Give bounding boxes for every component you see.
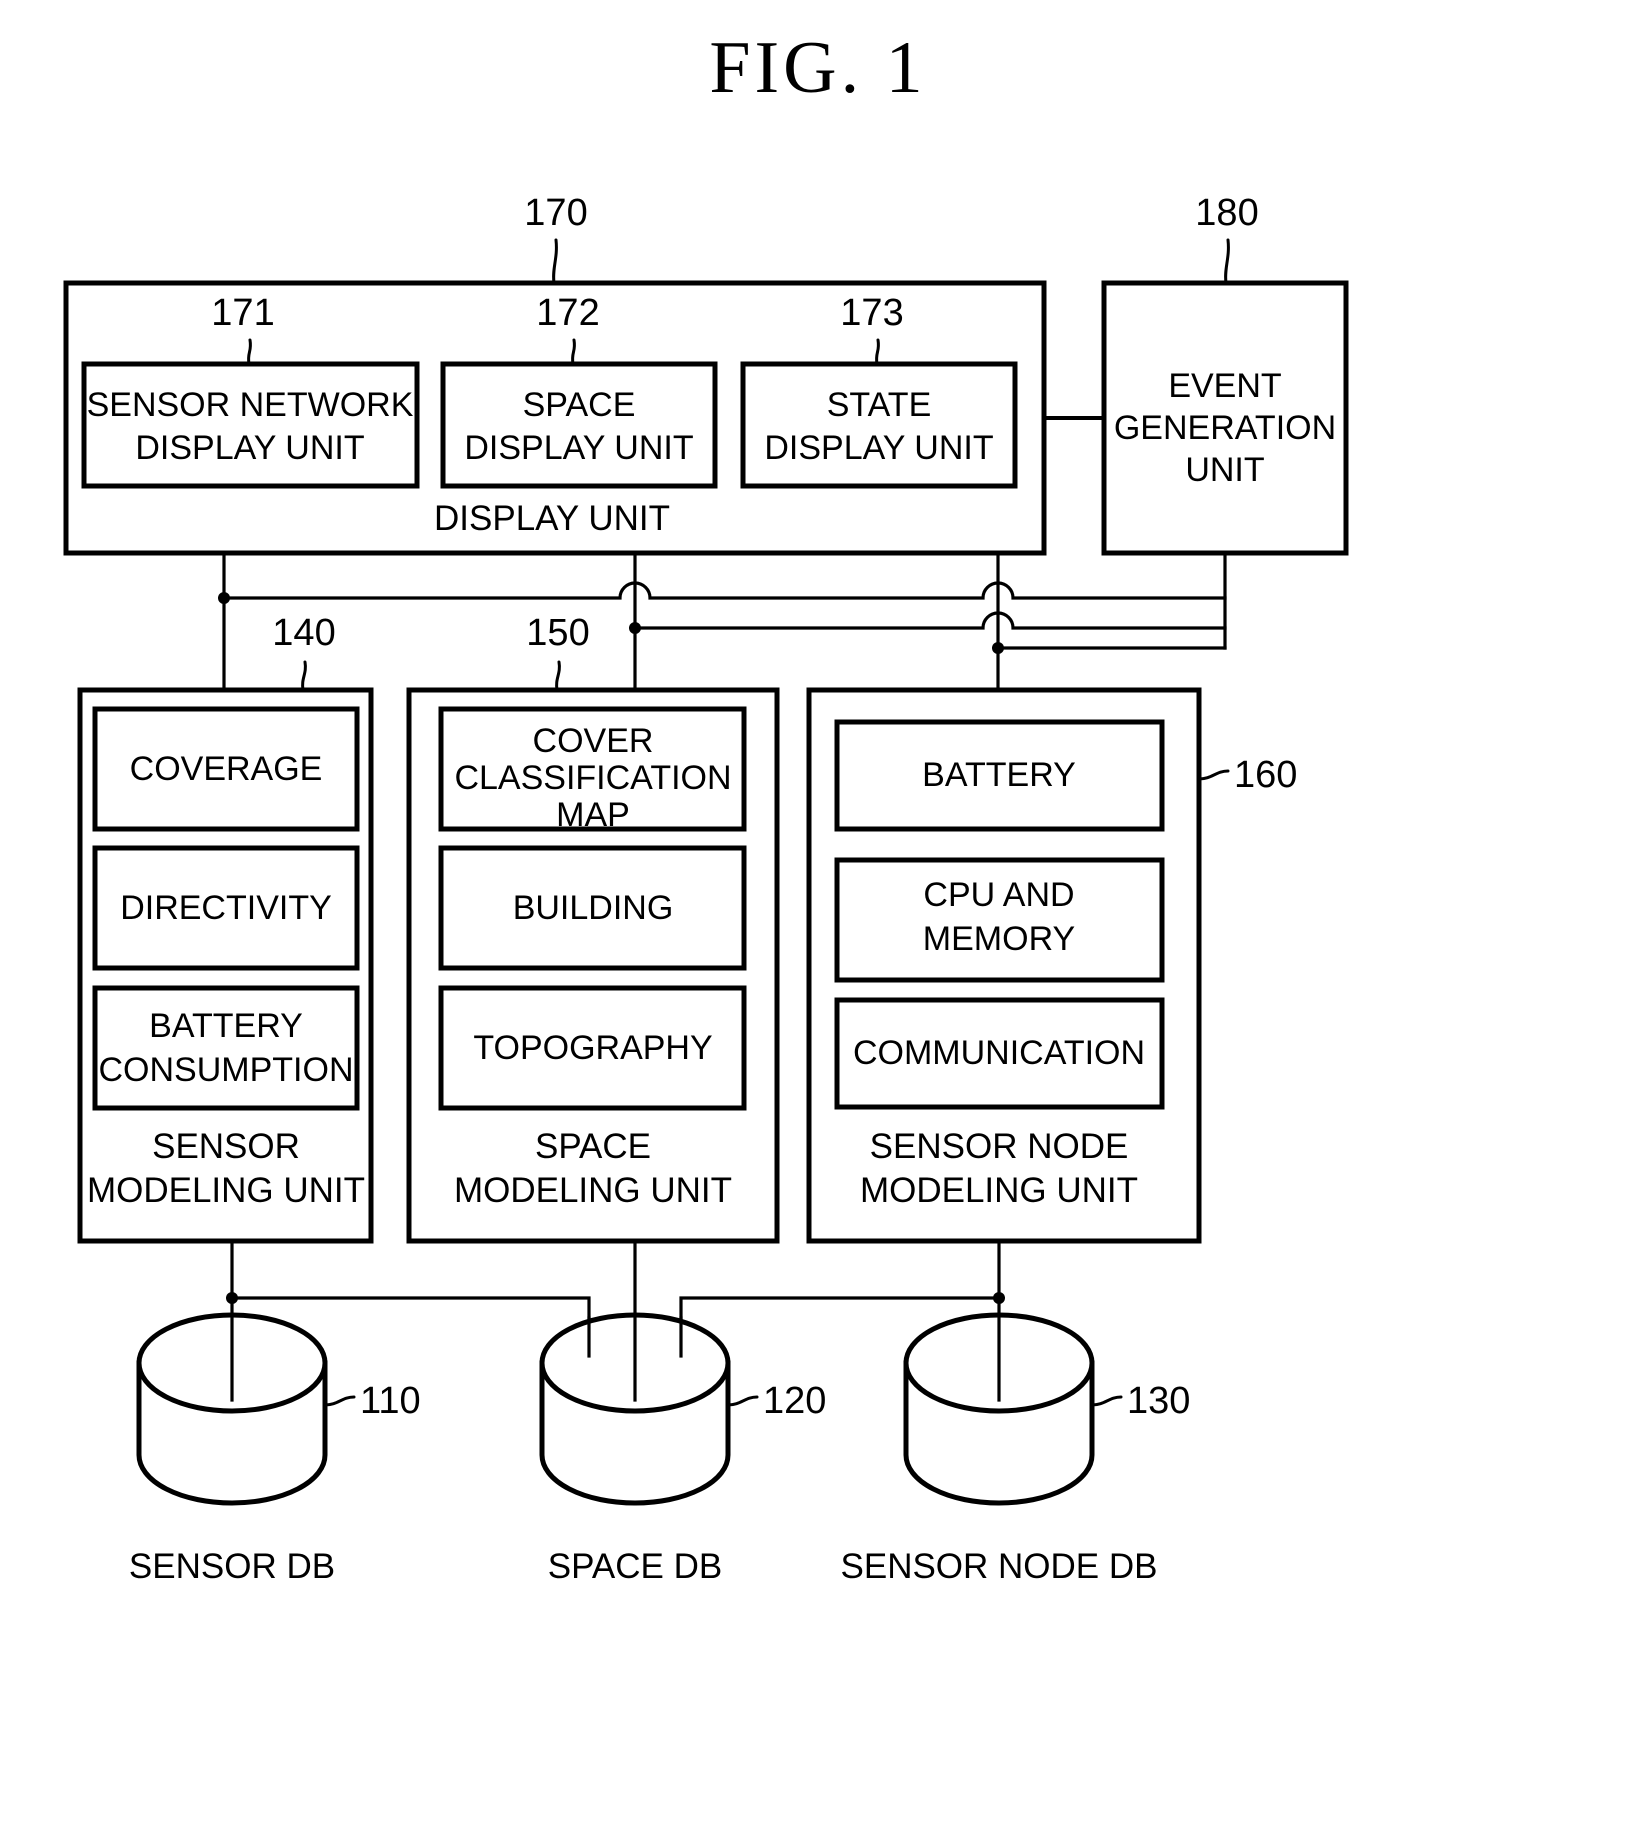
sensor-network-display-unit-label-1: SENSOR NETWORK — [87, 386, 414, 424]
sensor-db-label: SENSOR DB — [129, 1547, 335, 1586]
space-display-unit-label-2: DISPLAY UNIT — [464, 429, 693, 467]
wire-junction-right — [993, 1292, 1005, 1304]
event-generation-unit-label-3: UNIT — [1185, 451, 1264, 489]
leader-170 — [552, 238, 558, 285]
leader-130 — [1090, 1395, 1123, 1407]
cpu-and-memory-label-2: MEMORY — [923, 920, 1075, 958]
patent-figure: FIG. 1 170 171 SENSOR NETWORK DISPLAY UN… — [0, 0, 1636, 1833]
leader-150 — [555, 660, 561, 692]
battery-consumption-label-1: BATTERY — [149, 1007, 303, 1045]
leader-120 — [726, 1395, 759, 1407]
ref-173: 173 — [840, 292, 903, 334]
ref-180: 180 — [1195, 192, 1258, 234]
sensor-network-display-unit-label-2: DISPLAY UNIT — [135, 429, 364, 467]
leader-140 — [301, 660, 307, 692]
event-generation-unit-label-1: EVENT — [1168, 367, 1281, 405]
wire-junction-left — [226, 1292, 238, 1304]
ref-171: 171 — [211, 292, 274, 334]
sensor-modeling-unit-caption-1: SENSOR — [152, 1127, 300, 1166]
ref-170: 170 — [524, 192, 587, 234]
communication-label: COMMUNICATION — [853, 1034, 1145, 1072]
space-modeling-unit-caption-2: MODELING UNIT — [454, 1171, 732, 1210]
space-display-unit-box[interactable] — [440, 361, 718, 489]
cover-classification-map-label-3: MAP — [556, 796, 630, 834]
leader-160 — [1197, 769, 1230, 781]
sensor-node-db-label: SENSOR NODE DB — [841, 1547, 1158, 1586]
directivity-label: DIRECTIVITY — [120, 889, 332, 927]
building-label: BUILDING — [513, 889, 674, 927]
bus-line-1 — [222, 581, 1227, 600]
ref-150: 150 — [526, 612, 589, 654]
cpu-and-memory-label-1: CPU AND — [923, 876, 1074, 914]
leader-180 — [1224, 238, 1230, 285]
leader-110 — [323, 1395, 356, 1407]
topography-label: TOPOGRAPHY — [473, 1029, 712, 1067]
battery-consumption-label-2: CONSUMPTION — [99, 1051, 354, 1089]
ref-160: 160 — [1234, 754, 1297, 796]
cover-classification-map-label-1: COVER — [533, 722, 654, 760]
space-display-unit-label-1: SPACE — [523, 386, 636, 424]
state-display-unit-box[interactable] — [740, 361, 1018, 489]
space-db-label: SPACE DB — [548, 1547, 722, 1586]
ref-130: 130 — [1127, 1380, 1190, 1422]
bus-junction-2 — [629, 622, 641, 634]
bus-line-2 — [633, 611, 1227, 630]
ref-140: 140 — [272, 612, 335, 654]
event-generation-unit-label-2: GENERATION — [1114, 409, 1336, 447]
state-display-unit-label-2: DISPLAY UNIT — [764, 429, 993, 467]
state-display-unit-label-1: STATE — [827, 386, 932, 424]
sensor-modeling-unit-caption-2: MODELING UNIT — [87, 1171, 365, 1210]
sensor-node-modeling-unit-caption-2: MODELING UNIT — [860, 1171, 1138, 1210]
figure-title: FIG. 1 — [709, 27, 926, 109]
sensor-network-display-unit-box[interactable] — [81, 361, 420, 489]
ref-110: 110 — [360, 1380, 421, 1422]
ref-172: 172 — [536, 292, 599, 334]
display-unit-caption: DISPLAY UNIT — [434, 499, 670, 538]
cover-classification-map-label-2: CLASSIFICATION — [454, 759, 731, 797]
bus-junction-1 — [218, 592, 230, 604]
bus-junction-3 — [992, 642, 1004, 654]
ref-120: 120 — [763, 1380, 826, 1422]
coverage-label: COVERAGE — [130, 750, 323, 788]
space-modeling-unit-caption-1: SPACE — [535, 1127, 651, 1166]
sensor-node-modeling-unit-caption-1: SENSOR NODE — [870, 1127, 1129, 1166]
battery-label: BATTERY — [922, 756, 1076, 794]
figure-diagram: FIG. 1 170 171 SENSOR NETWORK DISPLAY UN… — [63, 27, 1349, 1586]
